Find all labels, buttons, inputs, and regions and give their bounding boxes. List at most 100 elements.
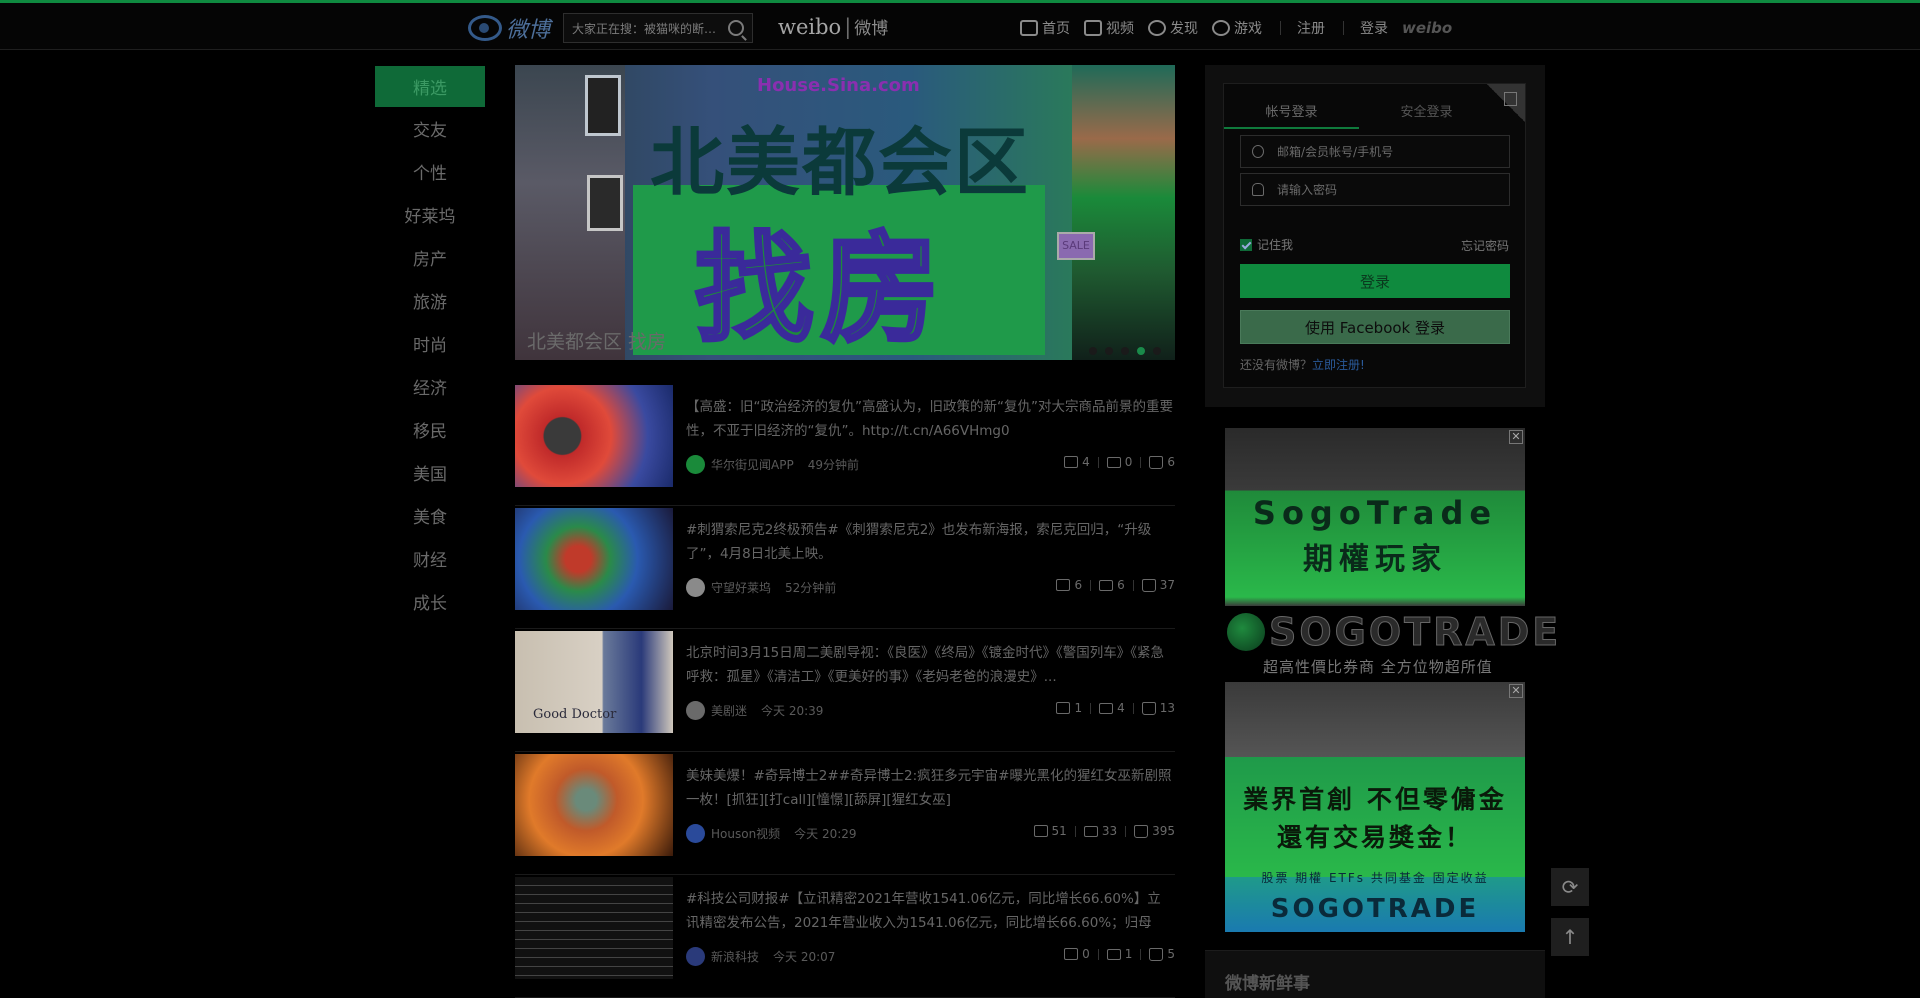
qr-toggle[interactable]: [1487, 84, 1525, 122]
comment-icon: [1106, 948, 1121, 960]
feed-text[interactable]: 美妹美爆！#奇异博士2##奇异博士2:疯狂多元宇宙#曝光黑化的猩红女巫新剧照一枚…: [686, 764, 1174, 812]
like-count: 37: [1159, 578, 1175, 592]
like-button[interactable]: 6: [1149, 455, 1175, 469]
feed-text[interactable]: #刺猬索尼克2终极预告#《刺猬索尼克2》也发布新海报，索尼克回归，“升级了”，4…: [686, 518, 1174, 566]
sidebar-item[interactable]: 财经: [375, 537, 485, 580]
sidebar-item[interactable]: 个性: [375, 150, 485, 193]
thumbs-up-icon: [1149, 455, 1164, 469]
feed-thumbnail[interactable]: [515, 508, 673, 610]
ad-close-icon[interactable]: ✕: [1509, 684, 1523, 698]
sidebar-item[interactable]: 交友: [375, 107, 485, 150]
feed-source[interactable]: 新浪科技: [711, 948, 759, 965]
search-input[interactable]: 大家正在搜：被猫咪的断…: [572, 20, 717, 37]
banner-dot[interactable]: [1105, 347, 1113, 355]
feed-item[interactable]: 【高盛：旧“政治经济的复仇”高盛认为，旧政策的新“复仇”对大宗商品前景的重要性，…: [515, 383, 1175, 506]
nav-video[interactable]: 视频: [1084, 18, 1134, 38]
sidebar-item[interactable]: 经济: [375, 365, 485, 408]
sogotrade-ad-1[interactable]: SogoTrade 期權玩家 ✕: [1225, 428, 1525, 606]
like-button[interactable]: 13: [1141, 701, 1175, 715]
share-button[interactable]: 6: [1056, 578, 1082, 592]
avatar[interactable]: [686, 701, 705, 720]
comment-button[interactable]: 1: [1106, 947, 1133, 961]
tab-account-login[interactable]: 帐号登录: [1224, 84, 1359, 129]
feed-source[interactable]: 华尔街见闻APP: [711, 456, 794, 473]
feed-thumbnail[interactable]: [515, 385, 673, 487]
avatar[interactable]: [686, 578, 705, 597]
share-button[interactable]: 4: [1064, 455, 1090, 469]
banner-dot[interactable]: [1153, 347, 1161, 355]
share-button[interactable]: 51: [1033, 824, 1067, 838]
feed-item[interactable]: #刺猬索尼克2终极预告#《刺猬索尼克2》也发布新海报，索尼克回归，“升级了”，4…: [515, 506, 1175, 629]
comment-button[interactable]: 33: [1083, 824, 1117, 838]
banner-trees-image: [1072, 65, 1175, 360]
nav-home[interactable]: 首页: [1020, 18, 1070, 38]
feed-text[interactable]: 北京时间3月15日周二美剧导视：《良医》《终局》《镀金时代》《警国列车》《紧急呼…: [686, 641, 1174, 689]
feed-thumbnail[interactable]: Good Doctor: [515, 631, 673, 733]
ad-close-icon[interactable]: ✕: [1509, 430, 1523, 444]
like-button[interactable]: 37: [1141, 578, 1175, 592]
nav-game[interactable]: 游戏: [1212, 18, 1262, 38]
feed-source[interactable]: 美剧迷: [711, 702, 747, 719]
thumbs-up-icon: [1134, 824, 1149, 838]
weibo-logo[interactable]: 微博: [468, 11, 550, 45]
username-field[interactable]: 邮箱/会员帐号/手机号: [1240, 135, 1510, 168]
share-button[interactable]: 0: [1064, 947, 1090, 961]
sidebar-item[interactable]: 成长: [375, 580, 485, 623]
feed-text[interactable]: #科技公司财报#【立讯精密2021年营收1541.06亿元，同比增长66.60%…: [686, 887, 1174, 935]
login-link[interactable]: 登录: [1360, 18, 1388, 38]
avatar[interactable]: [686, 455, 705, 474]
remember-checkbox[interactable]: [1240, 238, 1252, 251]
search-box[interactable]: 大家正在搜：被猫咪的断…: [563, 13, 753, 43]
share-button[interactable]: 1: [1056, 701, 1082, 715]
tab-secure-login[interactable]: 安全登录: [1359, 84, 1494, 129]
sidebar-item[interactable]: 移民: [375, 408, 485, 451]
nav-discover[interactable]: 发现: [1148, 18, 1198, 38]
avatar[interactable]: [686, 947, 705, 966]
feed-source[interactable]: Houson视频: [711, 825, 780, 842]
discover-icon: [1148, 20, 1166, 36]
banner-dot[interactable]: [1121, 347, 1129, 355]
like-count: 395: [1152, 824, 1175, 838]
sidebar-item[interactable]: 时尚: [375, 322, 485, 365]
nav-discover-label: 发现: [1170, 21, 1198, 37]
banner-dot[interactable]: [1137, 347, 1145, 355]
thumbs-up-icon: [1141, 578, 1156, 592]
feed-item[interactable]: #科技公司财报#【立讯精密2021年营收1541.06亿元，同比增长66.60%…: [515, 875, 1175, 998]
login-button[interactable]: 登录: [1240, 264, 1510, 298]
sogotrade-ad-2[interactable]: SOGOTRADE 超高性價比券商 全方位物超所值: [1225, 608, 1559, 676]
avatar[interactable]: [686, 824, 705, 843]
remember-me[interactable]: 记住我: [1240, 236, 1293, 253]
feed-thumbnail[interactable]: [515, 754, 673, 856]
comment-button[interactable]: 6: [1099, 578, 1125, 592]
comment-count: 1: [1124, 947, 1133, 961]
feed-thumbnail[interactable]: [515, 877, 673, 979]
banner-dot[interactable]: [1089, 347, 1097, 355]
featured-banner[interactable]: House.Sina.com 北美都会区 找房 SALE 北美都会区 找房: [515, 65, 1175, 360]
sogotrade-ad-3[interactable]: 業界首創 不但零傭金 還有交易獎金！ 股票 期權 ETFs 共同基金 固定收益 …: [1225, 682, 1525, 932]
login-card: 帐号登录 安全登录 邮箱/会员帐号/手机号 请输入密码 记住我 忘记密码 登录 …: [1223, 83, 1526, 388]
refresh-button[interactable]: ⟳: [1551, 868, 1589, 906]
feed-item[interactable]: Good Doctor 北京时间3月15日周二美剧导视：《良医》《终局》《镀金时代…: [515, 629, 1175, 752]
register-now-link[interactable]: 立即注册!: [1312, 358, 1365, 372]
comment-button[interactable]: 4: [1099, 701, 1125, 715]
like-button[interactable]: 395: [1134, 824, 1175, 838]
sidebar-item[interactable]: 美国: [375, 451, 485, 494]
feed-item[interactable]: 美妹美爆！#奇异博士2##奇异博士2:疯狂多元宇宙#曝光黑化的猩红女巫新剧照一枚…: [515, 752, 1175, 875]
register-link[interactable]: 注册: [1297, 18, 1325, 38]
like-button[interactable]: 5: [1149, 947, 1175, 961]
nav-home-label: 首页: [1042, 21, 1070, 37]
sidebar-item[interactable]: 美食: [375, 494, 485, 537]
forgot-password-link[interactable]: 忘记密码: [1461, 237, 1509, 254]
sidebar-item[interactable]: 旅游: [375, 279, 485, 322]
password-field[interactable]: 请输入密码: [1240, 173, 1510, 206]
sidebar-item[interactable]: 精选: [375, 66, 485, 107]
feed-text[interactable]: 【高盛：旧“政治经济的复仇”高盛认为，旧政策的新“复仇”对大宗商品前景的重要性，…: [686, 395, 1174, 443]
back-to-top-button[interactable]: ↑: [1551, 918, 1589, 956]
sidebar-item[interactable]: 房产: [375, 236, 485, 279]
feed-source[interactable]: 守望好莱坞: [711, 579, 771, 596]
search-icon[interactable]: [728, 20, 744, 36]
comment-button[interactable]: 0: [1106, 455, 1132, 469]
sidebar-item[interactable]: 好莱坞: [375, 193, 485, 236]
facebook-login-button[interactable]: 使用 Facebook 登录: [1240, 310, 1510, 344]
share-icon: [1064, 948, 1079, 960]
